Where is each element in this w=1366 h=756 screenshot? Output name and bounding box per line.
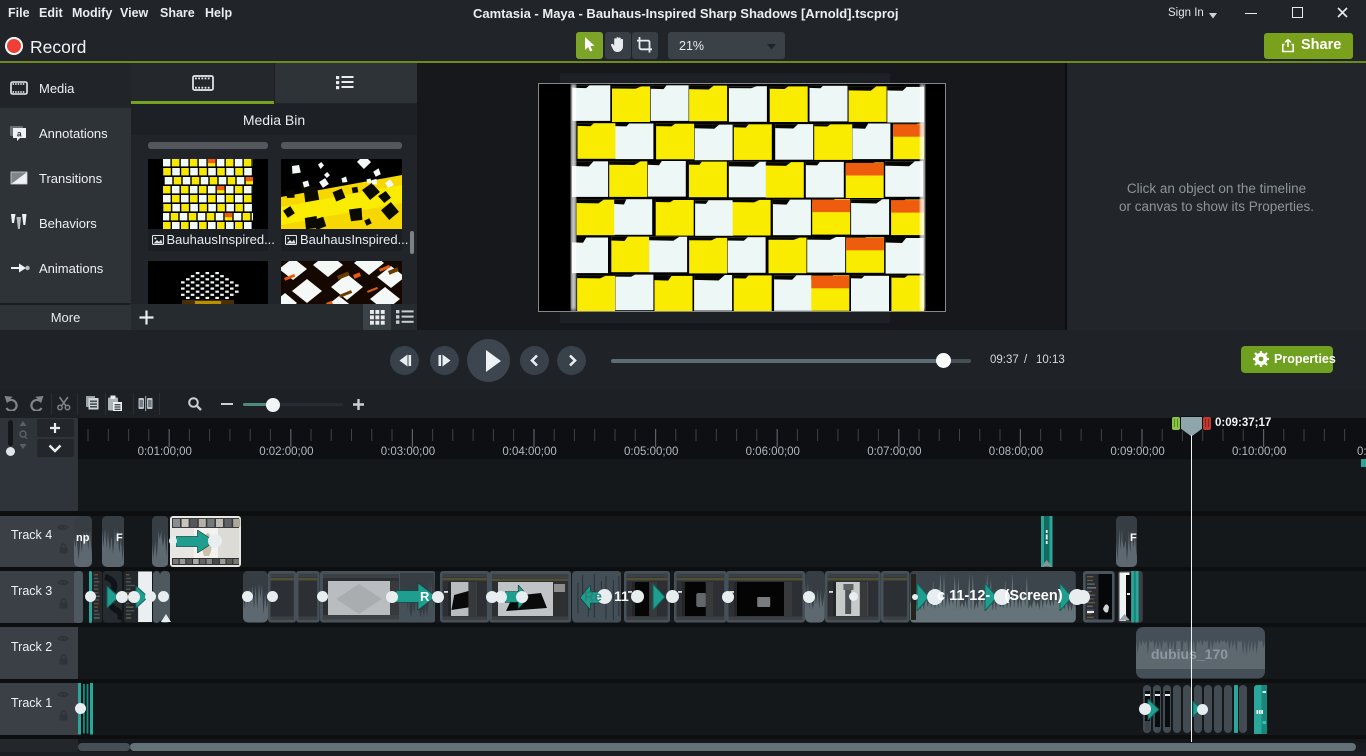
svg-text:a: a [17, 128, 22, 138]
